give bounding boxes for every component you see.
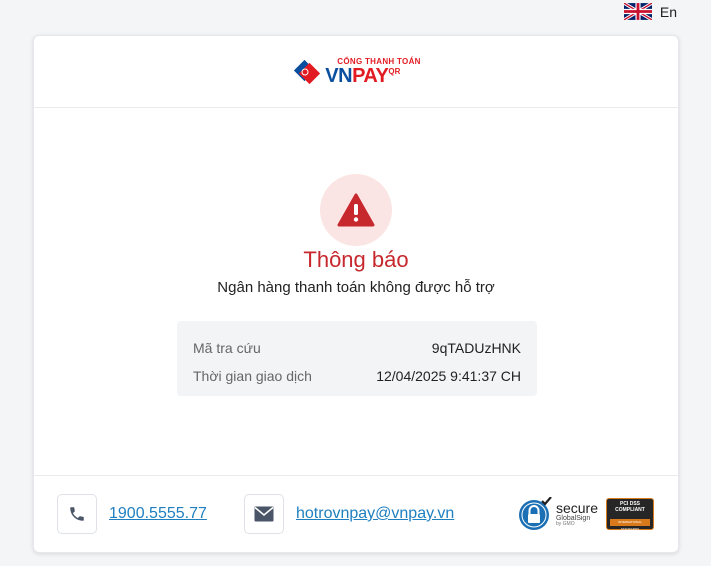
mail-icon-box — [244, 494, 284, 534]
pci-sublabel: INTERNATIONAL STANDARDS — [610, 519, 650, 531]
phone-link[interactable]: 1900.5555.77 — [109, 505, 207, 523]
detail-row-transaction-time: Thời gian giao dịch 12/04/2025 9:41:37 C… — [193, 362, 521, 390]
notice-message: Ngân hàng thanh toán không được hỗ trợ — [217, 279, 495, 296]
notice-body: Thông báo Ngân hàng thanh toán không đượ… — [34, 108, 678, 476]
notification-card: CỔNG THANH TOÁN VN PAY QR Thông báo Ngân… — [33, 35, 679, 553]
logo-qr: QR — [388, 66, 401, 76]
detail-value: 9qTADUzHNK — [431, 340, 521, 356]
card-header: CỔNG THANH TOÁN VN PAY QR — [34, 36, 678, 108]
language-label: En — [659, 3, 677, 20]
globalsign-sublabel: by GMO — [555, 521, 575, 527]
email-link[interactable]: hotrovnpay@vnpay.vn — [296, 505, 454, 523]
logo-pay: PAY — [352, 64, 389, 87]
mail-icon — [254, 506, 274, 522]
vnpay-logo: CỔNG THANH TOÁN VN PAY QR — [291, 57, 420, 87]
detail-row-lookup-code: Mã tra cứu 9qTADUzHNK — [193, 334, 521, 362]
pci-label: PCI DSS COMPLIANT — [615, 501, 645, 513]
detail-value: 12/04/2025 9:41:37 CH — [376, 368, 521, 384]
lock-icon — [518, 497, 552, 530]
secure-label: secure — [555, 500, 598, 516]
email-contact: hotrovnpay@vnpay.vn — [244, 494, 454, 534]
support-footer: 1900.5555.77 hotrovnpay@vnpay.vn secure … — [34, 475, 678, 552]
phone-icon-box — [57, 494, 97, 534]
phone-contact: 1900.5555.77 — [57, 494, 207, 534]
logo-vn: VN — [325, 64, 353, 87]
vnpay-logo-mark-icon — [294, 59, 321, 84]
phone-icon — [70, 507, 84, 521]
warning-icon — [337, 193, 375, 227]
detail-label: Mã tra cứu — [193, 340, 261, 356]
notice-title: Thông báo — [303, 247, 409, 272]
globalsign-badge[interactable]: secure GlobalSign by GMO — [518, 497, 598, 531]
language-switcher[interactable]: En — [623, 3, 677, 20]
pci-dss-badge[interactable]: PCI DSS COMPLIANT INTERNATIONAL STANDARD… — [606, 498, 654, 531]
uk-flag-icon — [623, 3, 652, 20]
warning-badge — [320, 174, 392, 246]
transaction-details: Mã tra cứu 9qTADUzHNK Thời gian giao dịc… — [177, 321, 537, 396]
detail-label: Thời gian giao dịch — [193, 368, 312, 384]
security-badges: secure GlobalSign by GMO PCI DSS COMPLIA… — [518, 497, 654, 531]
